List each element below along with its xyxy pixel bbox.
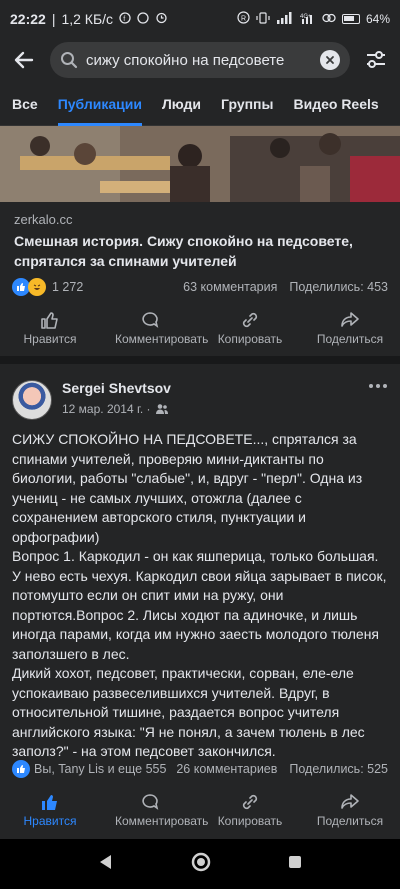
comment-icon bbox=[142, 794, 159, 810]
shares-count[interactable]: Поделились: 453 bbox=[289, 280, 388, 294]
battery-level: 64% bbox=[365, 12, 390, 26]
network-speed: 1,2 КБ/с bbox=[61, 11, 114, 27]
thumbs-up-icon bbox=[41, 312, 58, 329]
share-icon bbox=[341, 312, 359, 327]
triangle-back-icon bbox=[100, 854, 112, 869]
divider bbox=[0, 356, 400, 364]
link-icon bbox=[322, 12, 336, 27]
copy-button[interactable]: Копировать bbox=[200, 306, 300, 356]
link-domain: zerkalo.cc bbox=[14, 212, 73, 227]
comment-label: Комментировать bbox=[115, 814, 209, 828]
copy-button[interactable]: Копировать bbox=[200, 788, 300, 838]
link-icon bbox=[242, 794, 258, 810]
post-stats: 1 272 63 комментария Поделились: 453 bbox=[0, 276, 400, 298]
like-label: Нравится bbox=[23, 332, 77, 346]
tab-people[interactable]: Люди bbox=[162, 82, 213, 126]
comment-icon bbox=[142, 312, 159, 328]
back-nav-button[interactable] bbox=[97, 853, 115, 876]
share-label: Поделиться bbox=[316, 332, 384, 346]
signal-icon bbox=[276, 11, 294, 27]
post-card: Sergei Shevtsov 12 мар. 2014 г. · СИЖУ С… bbox=[0, 364, 400, 839]
svg-text:R: R bbox=[241, 16, 246, 23]
comments-count[interactable]: 63 комментария bbox=[183, 280, 277, 294]
post-image[interactable] bbox=[0, 126, 400, 202]
like-label: Нравится bbox=[23, 814, 77, 828]
reactions-summary[interactable]: 1 272 bbox=[12, 278, 83, 296]
post-actions: Нравится Комментировать Копировать Подел… bbox=[0, 788, 400, 838]
search-tabs: Все Публикации Люди Группы Видео Reels bbox=[0, 82, 400, 126]
link-headline[interactable]: Смешная история. Сижу спокойно на педсов… bbox=[14, 231, 386, 271]
battery-icon bbox=[341, 14, 360, 24]
search-input[interactable]: сижу спокойно на педсовете bbox=[50, 42, 350, 78]
circle-home-icon bbox=[191, 852, 211, 871]
more-options-button[interactable] bbox=[366, 378, 390, 394]
registered-icon: R bbox=[237, 11, 250, 27]
comment-label: Комментировать bbox=[115, 332, 209, 346]
avatar[interactable] bbox=[12, 380, 52, 420]
like-reaction-icon bbox=[12, 760, 30, 778]
post-paragraph: СИЖУ СПОКОЙНО НА ПЕДСОВЕТЕ..., спрятался… bbox=[12, 431, 363, 545]
facebook-icon: f bbox=[119, 11, 131, 27]
post-date[interactable]: 12 мар. 2014 г. · bbox=[62, 402, 151, 416]
post-body: СИЖУ СПОКОЙНО НА ПЕДСОВЕТЕ..., спрятался… bbox=[12, 430, 390, 762]
share-button[interactable]: Поделиться bbox=[300, 306, 400, 356]
link-icon bbox=[242, 312, 258, 328]
share-button[interactable]: Поделиться bbox=[300, 788, 400, 838]
reactions-summary[interactable]: Вы, Tany Lis и еще 555 bbox=[12, 760, 166, 778]
post-paragraph: Вопрос 1. Каркодил - он как яшперица, то… bbox=[12, 548, 387, 662]
svg-text:f: f bbox=[123, 16, 125, 23]
status-time: 22:22 bbox=[10, 11, 46, 27]
tab-groups[interactable]: Группы bbox=[221, 82, 285, 126]
share-label: Поделиться bbox=[316, 814, 384, 828]
copy-label: Копировать bbox=[217, 814, 283, 828]
vibrate-icon bbox=[256, 11, 270, 27]
divider: | bbox=[51, 11, 56, 27]
reactions-text: Вы, Tany Lis и еще 555 bbox=[34, 762, 167, 776]
post-stats: Вы, Tany Lis и еще 555 26 комментариев П… bbox=[0, 758, 400, 780]
home-nav-button[interactable] bbox=[190, 851, 212, 878]
comment-button[interactable]: Комментировать bbox=[100, 788, 209, 838]
sliders-icon bbox=[367, 51, 385, 68]
clear-search-button[interactable] bbox=[320, 50, 340, 70]
post-actions: Нравится Комментировать Копировать Подел… bbox=[0, 306, 400, 356]
back-button[interactable] bbox=[6, 42, 42, 78]
search-header: сижу спокойно на педсовете bbox=[0, 38, 400, 82]
post-text: СИЖУ СПОКОЙНО НА ПЕДСОВЕТЕ..., спрятался… bbox=[12, 430, 390, 762]
friends-audience-icon bbox=[155, 404, 168, 414]
tab-all[interactable]: Все bbox=[12, 82, 50, 126]
copy-label: Копировать bbox=[217, 332, 283, 346]
recents-nav-button[interactable] bbox=[287, 854, 303, 875]
thumbs-up-filled-icon bbox=[42, 795, 57, 810]
status-bar: 22:22 | 1,2 КБ/с f R 4G+ 64% bbox=[0, 0, 400, 38]
filter-button[interactable] bbox=[358, 42, 394, 78]
arrow-left-icon bbox=[14, 51, 34, 69]
tab-video-reels[interactable]: Видео Reels bbox=[293, 82, 390, 126]
haha-reaction-icon bbox=[28, 278, 46, 296]
alarm-icon bbox=[155, 11, 168, 27]
system-navigation-bar bbox=[0, 839, 400, 889]
shares-count[interactable]: Поделились: 525 bbox=[289, 762, 388, 776]
search-icon bbox=[61, 52, 78, 69]
post-author[interactable]: Sergei Shevtsov bbox=[62, 380, 171, 396]
post-meta: 12 мар. 2014 г. · bbox=[62, 402, 169, 416]
comment-button[interactable]: Комментировать bbox=[100, 306, 209, 356]
reactions-count: 1 272 bbox=[52, 280, 84, 294]
like-button[interactable]: Нравится bbox=[0, 788, 100, 838]
close-icon bbox=[326, 56, 334, 64]
tab-posts[interactable]: Публикации bbox=[57, 82, 154, 126]
comments-count[interactable]: 26 комментариев bbox=[176, 762, 277, 776]
4g-icon: 4G+ bbox=[300, 12, 316, 27]
search-query[interactable]: сижу спокойно на педсовете bbox=[86, 52, 312, 69]
like-button[interactable]: Нравится bbox=[0, 306, 100, 356]
post-paragraph: Дикий хохот, педсовет, практически, сорв… bbox=[12, 665, 365, 759]
whatsapp-icon bbox=[137, 11, 149, 27]
square-recents-icon bbox=[288, 855, 301, 868]
share-icon bbox=[341, 794, 359, 809]
